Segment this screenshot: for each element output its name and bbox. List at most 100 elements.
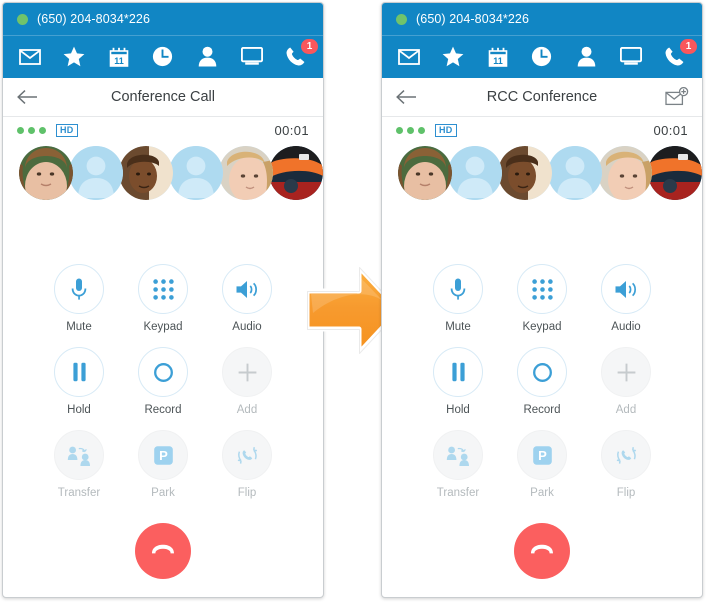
keypad-button[interactable] (138, 264, 188, 314)
transfer-button (54, 430, 104, 480)
audio-button[interactable] (601, 264, 651, 314)
action-keypad[interactable]: Keypad (121, 264, 205, 333)
action-audio[interactable]: Audio (205, 264, 289, 333)
flip-button (222, 430, 272, 480)
action-hold[interactable]: Hold (416, 347, 500, 416)
action-flip: Flip (205, 430, 289, 499)
nav-favorites-star-icon[interactable] (61, 44, 87, 70)
call-actions-grid: Mute Keypad Audio Hold Record Add Transf… (382, 264, 702, 499)
nav-history-clock-icon[interactable] (529, 44, 555, 70)
record-button[interactable] (138, 347, 188, 397)
avatar[interactable] (119, 146, 173, 200)
action-audio[interactable]: Audio (584, 264, 668, 333)
hangup-handset-icon (152, 544, 174, 554)
phone-missed-badge: 1 (679, 38, 697, 54)
mute-label: Mute (445, 321, 471, 333)
signal-strength-dots (396, 126, 425, 134)
avatar[interactable] (398, 146, 452, 200)
flip-label: Flip (616, 487, 636, 499)
hangup-handset-icon (531, 544, 553, 554)
call-title-bar: Conference Call (3, 78, 323, 117)
add-button (222, 347, 272, 397)
hold-button[interactable] (433, 347, 483, 397)
nav-phone-icon[interactable]: 1 (662, 38, 697, 70)
call-actions-grid: Mute Keypad Audio Hold Record Add Transf… (3, 264, 323, 499)
add-label: Add (615, 404, 637, 416)
back-arrow-icon[interactable] (392, 82, 422, 112)
phone-missed-badge: 1 (300, 38, 318, 54)
avatar[interactable] (448, 146, 502, 200)
nav-messages-envelope-icon[interactable] (396, 44, 422, 70)
nav-history-clock-icon[interactable] (150, 44, 176, 70)
account-number: (650) 204-8034*226 (37, 12, 150, 26)
back-arrow-icon[interactable] (13, 82, 43, 112)
avatar[interactable] (269, 146, 323, 200)
avatar[interactable] (69, 146, 123, 200)
end-call-button[interactable] (514, 523, 570, 579)
avatar[interactable] (598, 146, 652, 200)
record-label: Record (523, 404, 561, 416)
transfer-label: Transfer (436, 487, 480, 499)
nav-contacts-person-icon[interactable] (194, 44, 220, 70)
invite-envelope-plus-icon[interactable] (664, 86, 690, 108)
app-header: (650) 204-8034*226 11 1 (382, 3, 702, 78)
mute-button[interactable] (54, 264, 104, 314)
action-mute[interactable]: Mute (416, 264, 500, 333)
action-park: P Park (500, 430, 584, 499)
park-button: P (517, 430, 567, 480)
avatar[interactable] (498, 146, 552, 200)
svg-text:11: 11 (114, 56, 124, 66)
call-title-bar: RCC Conference (382, 78, 702, 117)
hold-button[interactable] (54, 347, 104, 397)
call-status-strip: HD 00:01 (382, 117, 702, 143)
nav-calendar-icon[interactable]: 11 (106, 44, 132, 70)
hd-quality-badge: HD (435, 123, 457, 137)
phone-panel-before: (650) 204-8034*226 11 1 Conference Call … (2, 2, 324, 598)
action-mute[interactable]: Mute (37, 264, 121, 333)
action-keypad[interactable]: Keypad (500, 264, 584, 333)
avatar[interactable] (19, 146, 73, 200)
record-button[interactable] (517, 347, 567, 397)
account-row: (650) 204-8034*226 (382, 3, 702, 36)
end-call-button[interactable] (135, 523, 191, 579)
park-label: Park (530, 487, 554, 499)
transfer-label: Transfer (57, 487, 101, 499)
mute-button[interactable] (433, 264, 483, 314)
page-title: Conference Call (111, 89, 215, 105)
svg-text:11: 11 (493, 56, 503, 66)
action-flip: Flip (584, 430, 668, 499)
avatar[interactable] (169, 146, 223, 200)
action-transfer: Transfer (37, 430, 121, 499)
presence-available-dot (396, 13, 407, 25)
add-label: Add (236, 404, 258, 416)
hd-quality-badge: HD (56, 123, 78, 137)
call-status-strip: HD 00:01 (3, 117, 323, 143)
action-park: P Park (121, 430, 205, 499)
avatar[interactable] (648, 146, 702, 200)
action-record[interactable]: Record (121, 347, 205, 416)
hold-label: Hold (446, 404, 470, 416)
action-record[interactable]: Record (500, 347, 584, 416)
nav-favorites-star-icon[interactable] (440, 44, 466, 70)
add-button (601, 347, 651, 397)
action-add: Add (205, 347, 289, 416)
participant-avatar-row (3, 146, 323, 212)
hold-label: Hold (67, 404, 91, 416)
flip-button (601, 430, 651, 480)
nav-contacts-person-icon[interactable] (573, 44, 599, 70)
signal-strength-dots (17, 126, 46, 134)
app-header: (650) 204-8034*226 11 1 (3, 3, 323, 78)
audio-button[interactable] (222, 264, 272, 314)
keypad-button[interactable] (517, 264, 567, 314)
svg-text:P: P (159, 448, 168, 463)
nav-phone-icon[interactable]: 1 (283, 38, 318, 70)
avatar[interactable] (219, 146, 273, 200)
nav-icon-row: 11 1 (382, 36, 702, 77)
avatar[interactable] (548, 146, 602, 200)
action-hold[interactable]: Hold (37, 347, 121, 416)
nav-meetings-monitor-icon[interactable] (239, 44, 265, 70)
nav-meetings-monitor-icon[interactable] (618, 44, 644, 70)
nav-messages-envelope-icon[interactable] (17, 44, 43, 70)
nav-calendar-icon[interactable]: 11 (485, 44, 511, 70)
call-duration-timer: 00:01 (274, 122, 309, 138)
